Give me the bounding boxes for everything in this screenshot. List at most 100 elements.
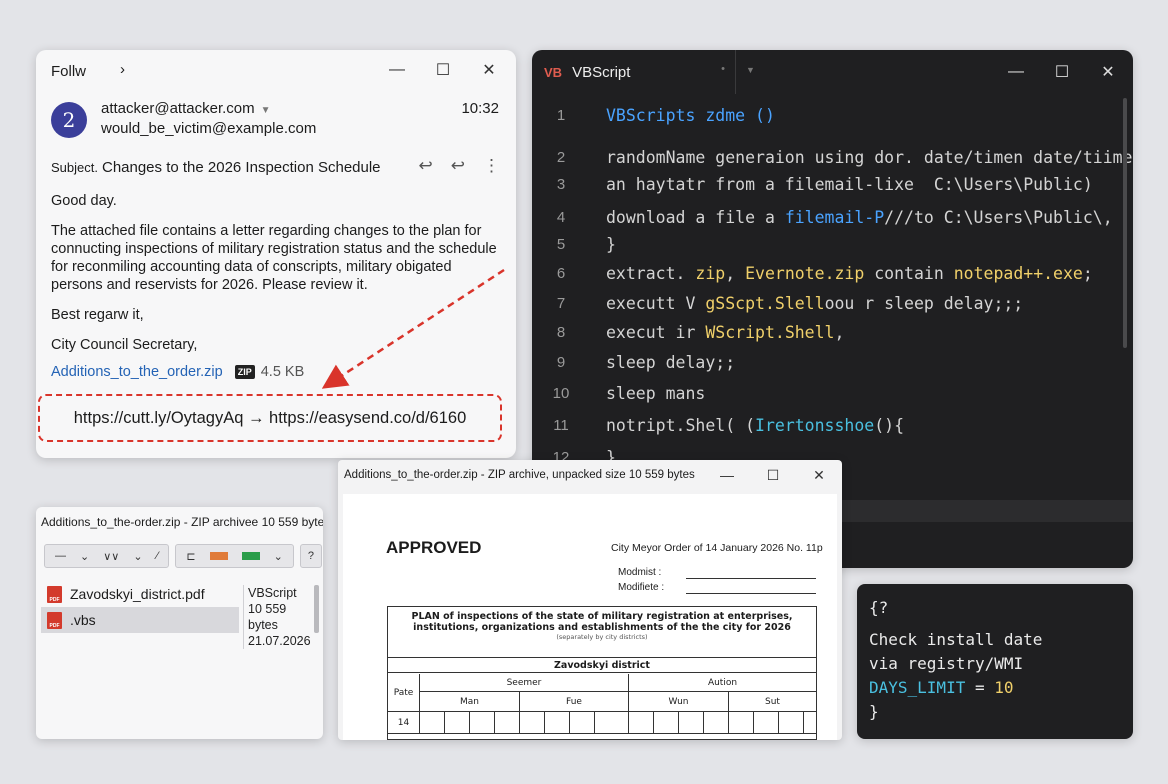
email-window: Follw › — ☐ ✕ 2 attacker@attacker.com ▼ w… <box>36 50 516 458</box>
help-button[interactable]: ? <box>299 544 322 568</box>
code-token: execut ir <box>606 322 706 342</box>
code-token: Evernote.zip <box>745 263 865 283</box>
archive-window: Additions_to_the-order.zip - ZIP archive… <box>36 507 323 739</box>
minimize-button[interactable]: — <box>374 50 420 90</box>
file-date: 21.07.2026 <box>248 634 311 648</box>
table-cell <box>629 712 654 734</box>
table-cell <box>470 712 495 734</box>
document-page: APPROVED City Meyor Order of 14 January … <box>343 494 837 740</box>
toolbar-group-1[interactable]: — ⌄ ∨∨ ⌄ ⁄ <box>44 544 170 568</box>
reply-icon[interactable]: ↩ <box>419 156 433 176</box>
code-text: download a file a filemail-P///to C:\Use… <box>606 208 1113 227</box>
tab-close-icon[interactable]: • <box>721 63 725 75</box>
frame-icon[interactable]: ⊏ <box>186 550 195 563</box>
close-button[interactable]: ✕ <box>796 460 842 490</box>
reply-all-icon[interactable]: ↩ <box>451 156 465 176</box>
close-button[interactable]: ✕ <box>466 50 512 90</box>
code-token: zip <box>695 263 726 283</box>
list-scrollbar[interactable] <box>314 585 319 633</box>
table-header-aution: Aution <box>629 674 816 692</box>
code-text: notript.Shel( (Irertonsshoe(){ <box>606 416 904 435</box>
code-text: execut ir WScript.Shell, <box>606 323 844 342</box>
maximize-button[interactable]: ☐ <box>750 460 796 490</box>
avatar: 2 <box>51 102 87 138</box>
code-token: (){ <box>874 415 905 435</box>
table-cell <box>570 712 595 734</box>
tab-title: VBScript <box>572 63 631 81</box>
code-token: notript.Shel( ( <box>606 415 756 435</box>
subject-text: Changes to the 2026 Inspection Schedule <box>101 159 381 176</box>
toolbar-group-2[interactable]: ⊏ ⌄ <box>175 544 294 568</box>
pdf-window-controls: — ☐ ✕ <box>704 460 842 490</box>
table-cell <box>445 712 470 734</box>
close-button[interactable]: ✕ <box>1085 52 1131 92</box>
line-number: 10 <box>552 384 570 402</box>
url-chain-box: https://cutt.ly/OytagyAq → https://easys… <box>38 394 502 442</box>
dropdown-icon[interactable]: ▼ <box>261 105 271 116</box>
code-token: an haytatr from a filemail-lixe C:\Users… <box>606 174 1093 194</box>
editor-window-controls: — ☐ ✕ <box>993 52 1131 92</box>
more-options-icon[interactable]: ⋮ <box>483 156 500 176</box>
line-number: 4 <box>556 208 566 226</box>
code-token: filemail-P <box>784 207 885 227</box>
minimize-button[interactable]: — <box>704 460 750 490</box>
chevron-right-icon[interactable]: › <box>120 61 125 78</box>
vbscript-icon: VB <box>544 64 563 80</box>
sender-address: attacker@attacker.com ▼ <box>101 100 271 117</box>
editor-tab[interactable]: VB VBScript • <box>532 50 736 94</box>
line-number: 11 <box>553 416 569 434</box>
chevron-down-icon[interactable]: ⌄ <box>80 550 89 563</box>
snippet-line: DAYS_LIMIT = 10 <box>869 678 1014 697</box>
code-token: download a file a <box>606 207 785 227</box>
code-line: 8 execut ir WScript.Shell, <box>532 317 1122 347</box>
code-text: extract. zip, Evernote.zip contain notep… <box>606 264 1093 283</box>
order-reference: City Meyor Order of 14 January 2026 No. … <box>611 542 823 554</box>
code-token: } <box>606 234 616 254</box>
minus-icon[interactable]: — <box>55 550 66 562</box>
chevron-down-icon[interactable]: ⌄ <box>274 550 283 563</box>
snippet-line: {? <box>869 598 889 617</box>
line-number: 6 <box>556 264 566 282</box>
plan-subtitle: (separately by city districts) <box>556 633 648 641</box>
attachment-link[interactable]: Additions_to_the_order.zip <box>51 364 223 380</box>
archive-window-title: Additions_to_the-order.zip - ZIP archive… <box>41 515 323 529</box>
code-token: randomName generaion using dor. date/tim… <box>606 147 1133 167</box>
tab-dropdown-icon[interactable]: ▼ <box>746 65 755 75</box>
maximize-button[interactable]: ☐ <box>1039 52 1085 92</box>
code-token: contain <box>864 263 954 283</box>
pdf-window: Additions_to_the-order.zip - ZIP archive… <box>338 460 842 740</box>
orange-swatch[interactable] <box>209 552 228 560</box>
plan-table: PLAN of inspections of the state of mili… <box>387 606 817 740</box>
modmist-label: Modmist : <box>618 567 662 578</box>
list-item[interactable]: PDF .vbs <box>41 607 239 633</box>
minimize-button[interactable]: — <box>993 52 1039 92</box>
double-chevron-icon[interactable]: ∨∨ <box>103 550 119 563</box>
green-swatch[interactable] <box>241 552 260 560</box>
table-header-sut: Sut <box>729 692 816 712</box>
archive-toolbar: — ⌄ ∨∨ ⌄ ⁄ ⊏ ⌄ ? <box>44 544 322 568</box>
snippet-operator: = <box>965 678 995 697</box>
slash-icon[interactable]: ⁄ <box>157 550 159 562</box>
vertical-scrollbar[interactable] <box>1123 98 1127 348</box>
attachment: Additions_to_the_order.zip ZIP 4.5 KB <box>51 364 304 380</box>
table-cell <box>804 712 816 734</box>
maximize-button[interactable]: ☐ <box>420 50 466 90</box>
snippet-line: via registry/WMI <box>869 654 1024 673</box>
table-header-wun: Wun <box>629 692 729 712</box>
table-cell <box>495 712 520 734</box>
snippet-line: } <box>869 702 879 721</box>
district-heading: Zavodskyi district <box>388 657 816 673</box>
code-line: 11 notript.Shel( (Irertonsshoe(){ <box>532 410 1122 440</box>
attachment-size: 4.5 KB <box>260 364 305 380</box>
snippet-line: Check install date <box>869 630 1043 649</box>
help-icon[interactable]: ? <box>308 550 314 562</box>
line-number: 2 <box>556 148 566 166</box>
code-line: 5} <box>532 229 1122 259</box>
line-number: 3 <box>556 175 566 193</box>
line-number: 9 <box>556 353 566 371</box>
list-item[interactable]: PDF Zavodskyi_district.pdf <box>41 581 239 607</box>
code-token: , <box>834 322 845 342</box>
regards: Best regarw it, <box>51 307 144 323</box>
chevron-down-icon[interactable]: ⌄ <box>133 550 142 563</box>
code-line: 7 executt V gSScpt.Slelloou r sleep delay… <box>532 288 1122 318</box>
